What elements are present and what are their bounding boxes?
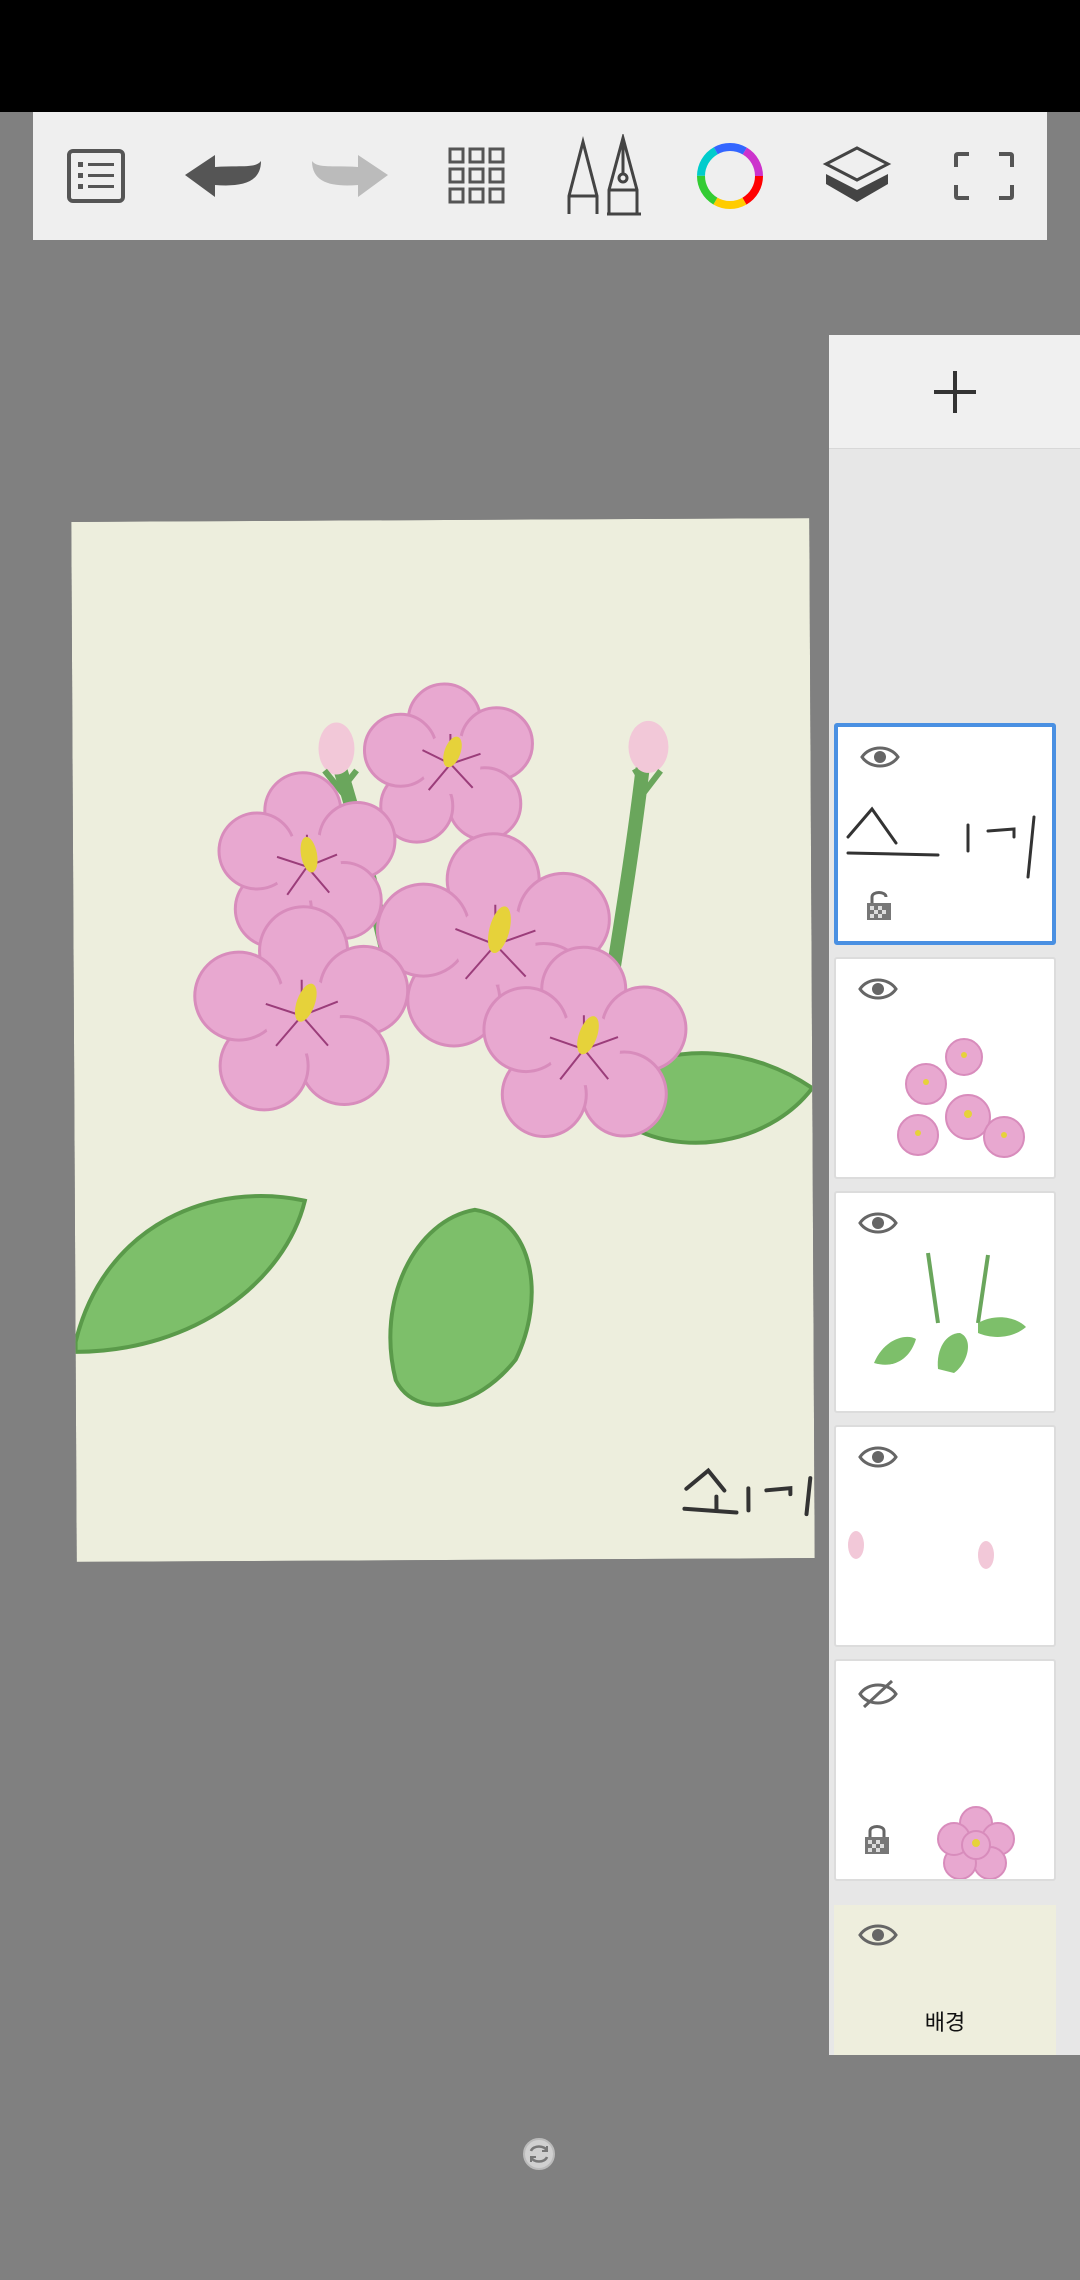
brush-grid-icon	[448, 147, 505, 204]
layer-buds[interactable]	[834, 1425, 1056, 1647]
layers-icon	[822, 146, 892, 202]
top-toolbar	[33, 112, 1047, 240]
color-button[interactable]	[680, 126, 780, 226]
redo-button[interactable]	[300, 126, 400, 226]
eye-icon[interactable]	[858, 977, 898, 1001]
eye-icon[interactable]	[858, 1445, 898, 1469]
layer-background[interactable]: 배경	[834, 1905, 1056, 2055]
menu-list-icon	[67, 149, 126, 203]
layers-panel: 배경	[829, 335, 1080, 2055]
redo-icon	[311, 155, 388, 197]
add-layer-button[interactable]	[829, 335, 1080, 449]
drawing-canvas[interactable]	[71, 518, 815, 1562]
menu-button[interactable]	[46, 126, 146, 226]
rotate-reset-icon[interactable]	[522, 2137, 556, 2171]
lock-icon[interactable]	[866, 889, 892, 921]
fullscreen-button[interactable]	[934, 126, 1034, 226]
brush-pens-icon	[567, 134, 642, 216]
layers-button[interactable]	[807, 126, 907, 226]
color-wheel-icon	[697, 143, 764, 209]
plus-icon	[933, 370, 976, 413]
status-bar	[0, 0, 1080, 112]
undo-icon	[185, 155, 262, 197]
layer-flowers[interactable]	[834, 957, 1056, 1179]
brush-library-button[interactable]	[427, 126, 527, 226]
fullscreen-icon	[953, 152, 1014, 200]
layer-signature[interactable]	[834, 723, 1056, 945]
background-layer-label: 배경	[924, 2011, 966, 2036]
layer-single-flower[interactable]	[834, 1659, 1056, 1881]
undo-button[interactable]	[173, 126, 273, 226]
eye-hidden-icon[interactable]	[858, 1679, 898, 1709]
layer-stems-leaves[interactable]	[834, 1191, 1056, 1413]
eye-icon[interactable]	[858, 1923, 898, 1947]
brush-button[interactable]	[553, 126, 653, 226]
eye-icon[interactable]	[858, 1211, 898, 1235]
canvas-artwork	[71, 518, 815, 1562]
lock-icon[interactable]	[864, 1823, 890, 1855]
eye-icon[interactable]	[860, 745, 900, 769]
